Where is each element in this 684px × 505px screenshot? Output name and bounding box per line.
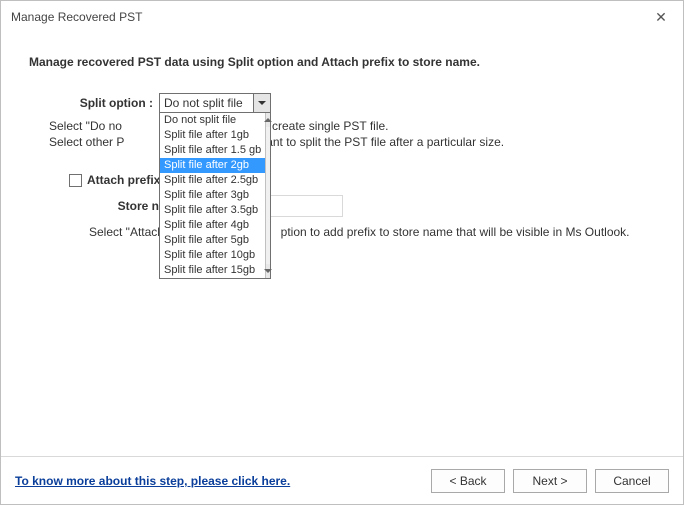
split-option-row: Split option : Do not split file Do not … (29, 93, 655, 113)
next-button[interactable]: Next > (513, 469, 587, 493)
split-hint-1: Select "Do no ant to create single PST f… (49, 119, 655, 133)
dropdown-option[interactable]: Split file after 1gb (160, 128, 265, 143)
split-option-select[interactable]: Do not split file (159, 93, 271, 113)
back-button[interactable]: < Back (431, 469, 505, 493)
split-option-field: Do not split file Do not split fileSplit… (159, 93, 271, 113)
footer-buttons: < Back Next > Cancel (431, 469, 669, 493)
attach-prefix-section: Attach prefix t Store name Select "Attac… (29, 173, 655, 239)
store-name-row: Store name (29, 195, 655, 217)
split-option-dropdown: Do not split fileSplit file after 1gbSpl… (159, 112, 271, 279)
dialog-manage-recovered-pst: Manage Recovered PST ✕ Manage recovered … (0, 0, 684, 505)
dropdown-list: Do not split fileSplit file after 1gbSpl… (160, 113, 265, 278)
content-area: Manage recovered PST data using Split op… (1, 33, 683, 456)
window-title: Manage Recovered PST (11, 10, 639, 24)
scroll-up-icon[interactable] (266, 113, 270, 127)
dropdown-option[interactable]: Split file after 2.5gb (160, 173, 265, 188)
dropdown-option[interactable]: Do not split file (160, 113, 265, 128)
dropdown-option[interactable]: Split file after 3.5gb (160, 203, 265, 218)
close-icon: ✕ (655, 9, 667, 26)
split-option-value: Do not split file (164, 96, 243, 110)
attach-prefix-checkbox[interactable]: Attach prefix t (69, 173, 168, 187)
dropdown-option[interactable]: Split file after 10gb (160, 248, 265, 263)
dropdown-arrow-icon (253, 94, 270, 112)
help-link[interactable]: To know more about this step, please cli… (15, 474, 290, 488)
dropdown-option[interactable]: Split file after 1.5 gb (160, 143, 265, 158)
scroll-down-icon[interactable] (266, 264, 270, 278)
dropdown-option[interactable]: Split file after 2gb (160, 158, 265, 173)
dropdown-option[interactable]: Split file after 4gb (160, 218, 265, 233)
split-hint-2: Select other P ou want to split the PST … (49, 135, 655, 149)
close-button[interactable]: ✕ (639, 1, 683, 33)
dropdown-scrollbar[interactable] (265, 113, 270, 278)
dropdown-option[interactable]: Split file after 15gb (160, 263, 265, 278)
attach-prefix-label: Attach prefix t (87, 173, 168, 187)
footer: To know more about this step, please cli… (1, 456, 683, 504)
dropdown-option[interactable]: Split file after 5gb (160, 233, 265, 248)
attach-prefix-row: Attach prefix t (29, 173, 655, 187)
page-heading: Manage recovered PST data using Split op… (29, 55, 655, 69)
dropdown-option[interactable]: Split file after 3gb (160, 188, 265, 203)
checkbox-icon (69, 174, 82, 187)
split-option-label: Split option : (29, 96, 159, 110)
cancel-button[interactable]: Cancel (595, 469, 669, 493)
titlebar: Manage Recovered PST ✕ (1, 1, 683, 33)
